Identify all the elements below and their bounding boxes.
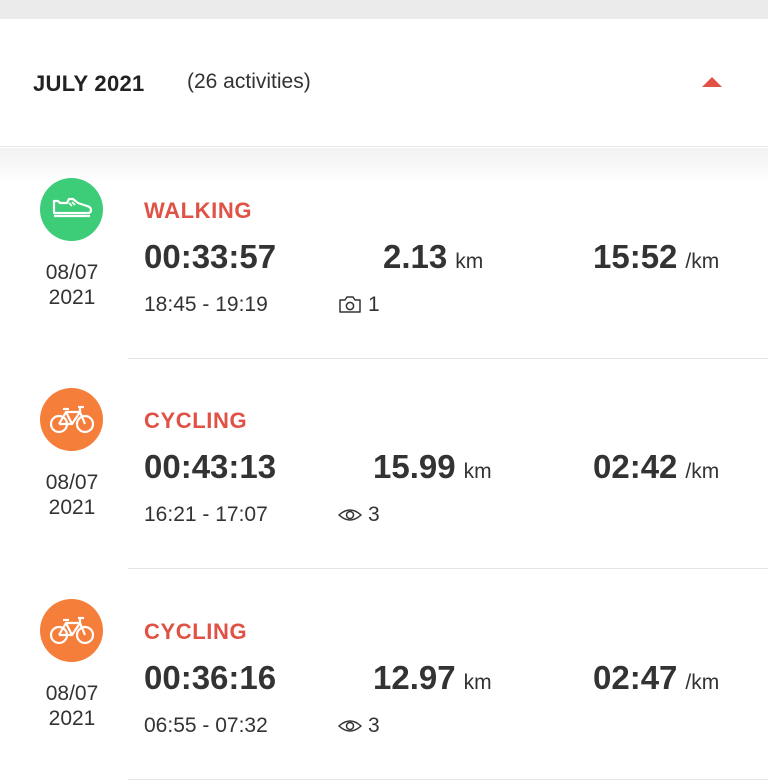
distance-unit: km xyxy=(463,460,492,483)
activity-date: 08/07 2021 xyxy=(22,681,122,731)
distance-unit: km xyxy=(455,250,484,273)
pace-value: 02:47 xyxy=(593,659,678,696)
photo-count[interactable]: 1 xyxy=(338,293,380,317)
activity-type: CYCLING xyxy=(144,408,248,433)
activity-row-cycling[interactable]: 08/07 2021 CYCLING 00:36:16 06:55 - 07:3… xyxy=(0,569,768,780)
bicycle-icon xyxy=(49,405,95,434)
activity-pace: 02:47/km xyxy=(593,659,719,697)
distance-value: 12.97 xyxy=(373,659,456,696)
activity-date-year: 2021 xyxy=(48,496,96,519)
view-count-value: 3 xyxy=(368,503,380,526)
activity-duration: 00:33:57 xyxy=(144,238,277,275)
photo-count-value: 1 xyxy=(368,293,380,316)
activity-date: 08/07 2021 xyxy=(22,260,122,310)
camera-icon xyxy=(339,296,361,313)
activity-date-day: 08/07 xyxy=(45,471,99,494)
activity-distance: 12.97 km xyxy=(373,659,492,697)
bicycle-icon xyxy=(49,616,95,645)
distance-value: 2.13 xyxy=(383,238,448,275)
activity-duration: 00:43:13 xyxy=(144,448,277,485)
pace-unit: /km xyxy=(685,671,720,694)
activity-type-badge xyxy=(40,178,103,241)
activity-date-day: 08/07 xyxy=(45,682,99,705)
pace-value: 02:42 xyxy=(593,448,678,485)
month-title: JULY 2021 xyxy=(33,71,145,96)
month-section-header[interactable]: JULY 2021 (26 activities) xyxy=(0,19,768,147)
activity-type: WALKING xyxy=(144,198,253,223)
view-count[interactable]: 3 xyxy=(338,503,380,527)
activity-distance: 15.99 km xyxy=(373,448,492,486)
pace-value: 15:52 xyxy=(593,238,678,275)
activity-type: CYCLING xyxy=(144,619,248,644)
eye-icon xyxy=(338,509,362,521)
activity-date: 08/07 2021 xyxy=(22,470,122,520)
shoe-icon xyxy=(52,197,93,218)
pace-unit: /km xyxy=(685,250,720,273)
activity-pace: 15:52/km xyxy=(593,238,719,276)
view-count-value: 3 xyxy=(368,714,380,737)
pace-unit: /km xyxy=(685,460,720,483)
activity-duration: 00:36:16 xyxy=(144,659,277,696)
view-count[interactable]: 3 xyxy=(338,714,380,738)
activity-pace: 02:42/km xyxy=(593,448,719,486)
activity-type-badge xyxy=(40,388,103,451)
eye-icon xyxy=(338,720,362,732)
activity-time-range: 18:45 - 19:19 xyxy=(144,293,268,316)
activity-time-range: 06:55 - 07:32 xyxy=(144,714,268,737)
activity-row-walking[interactable]: 08/07 2021 WALKING 00:33:57 18:45 - 19:1… xyxy=(0,148,768,359)
top-strip xyxy=(0,0,768,19)
activity-date-year: 2021 xyxy=(48,707,96,730)
triangle-up-icon xyxy=(702,77,722,87)
activity-row-cycling[interactable]: 08/07 2021 CYCLING 00:43:13 16:21 - 17:0… xyxy=(0,358,768,569)
activity-count: (26 activities) xyxy=(187,70,311,93)
activity-time-range: 16:21 - 17:07 xyxy=(144,503,268,526)
distance-unit: km xyxy=(463,671,492,694)
activity-distance: 2.13 km xyxy=(383,238,483,276)
distance-value: 15.99 xyxy=(373,448,456,485)
activity-type-badge xyxy=(40,599,103,662)
collapse-button[interactable] xyxy=(696,69,728,97)
activity-date-year: 2021 xyxy=(48,286,96,309)
activity-date-day: 08/07 xyxy=(45,261,99,284)
